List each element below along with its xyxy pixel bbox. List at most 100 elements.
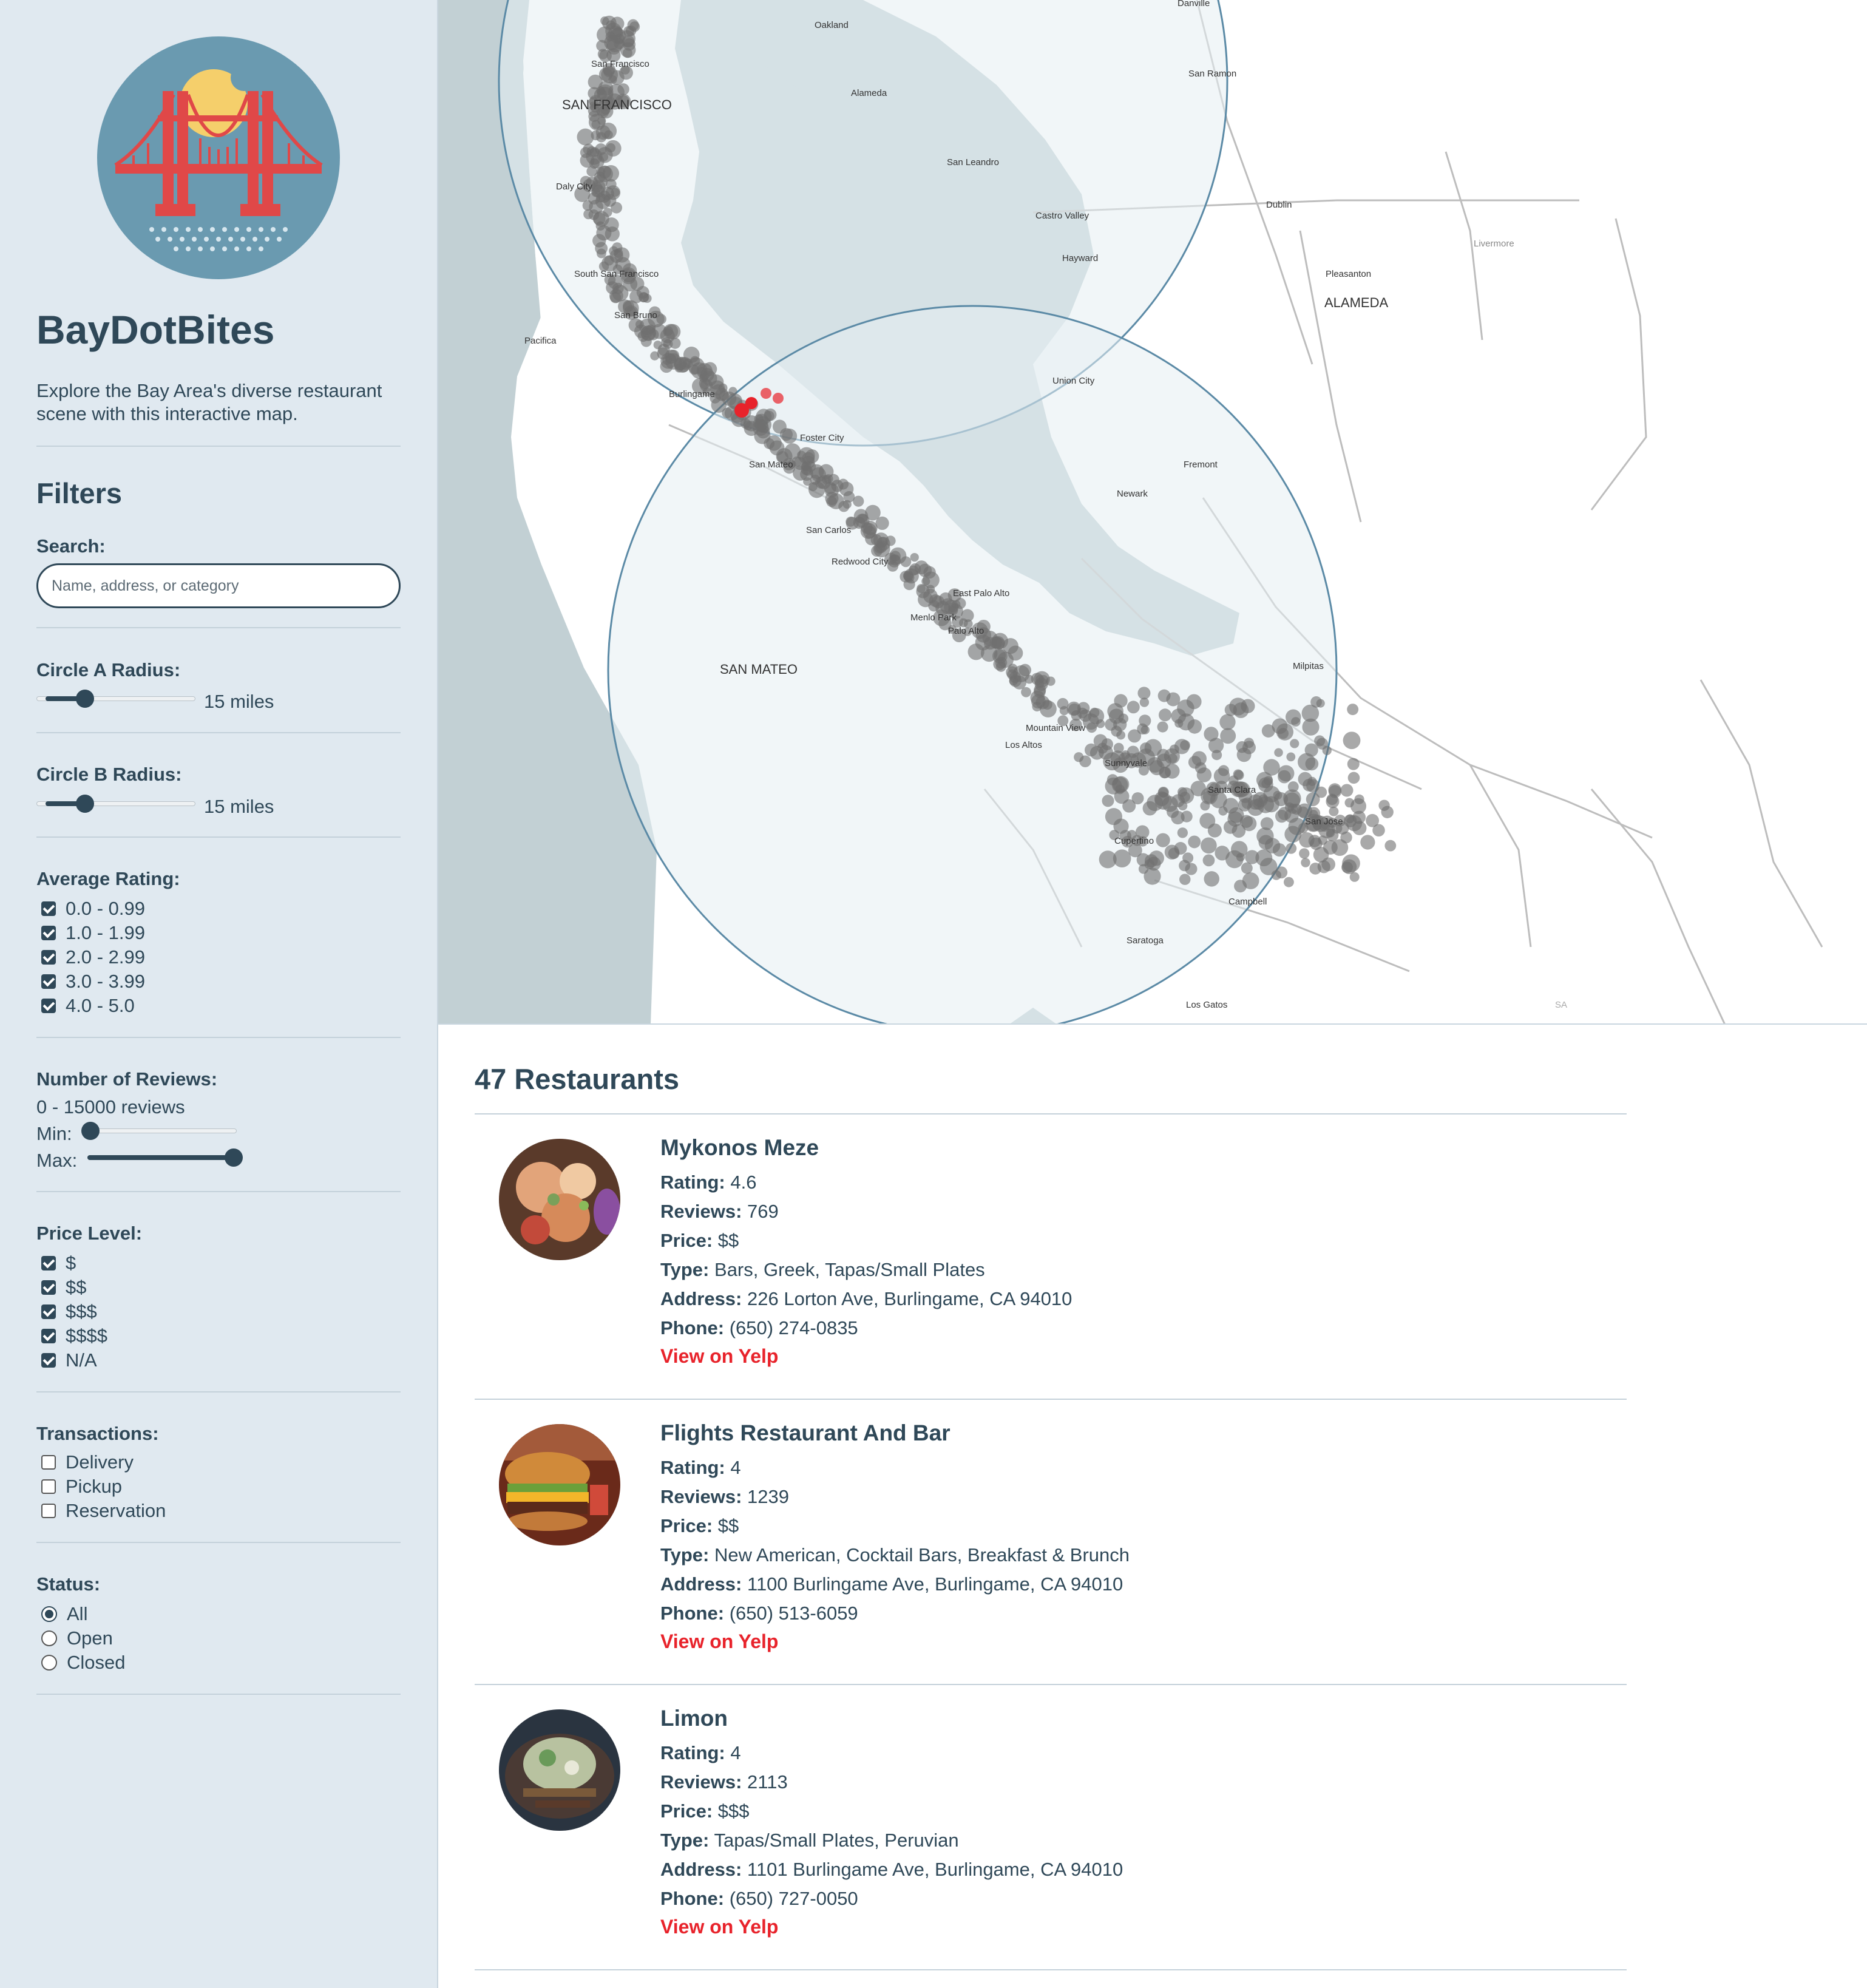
restaurant-marker[interactable] <box>1290 739 1299 748</box>
restaurant-marker[interactable] <box>757 419 768 430</box>
restaurant-marker[interactable] <box>1286 752 1296 762</box>
map[interactable]: Danville Oakland San Ramon Alameda San F… <box>438 0 1867 1025</box>
restaurant-marker[interactable] <box>603 208 612 217</box>
restaurant-marker[interactable] <box>877 537 888 548</box>
restaurant-marker[interactable] <box>592 234 606 248</box>
restaurant-marker[interactable] <box>1188 835 1201 849</box>
restaurant-marker[interactable] <box>1157 721 1168 733</box>
restaurant-marker[interactable] <box>1288 818 1306 835</box>
yelp-link[interactable]: View on Yelp <box>660 1916 778 1938</box>
restaurant-marker[interactable] <box>1328 785 1342 798</box>
restaurant-card[interactable]: Mykonos Meze Rating: 4.6 Reviews: 769 Pr… <box>475 1114 1627 1400</box>
restaurant-marker[interactable] <box>1057 697 1069 710</box>
checkbox[interactable] <box>41 1280 56 1295</box>
restaurant-marker[interactable] <box>1305 757 1319 771</box>
restaurant-marker[interactable] <box>612 285 629 302</box>
restaurant-marker[interactable] <box>722 407 733 418</box>
restaurant-marker[interactable] <box>1220 728 1236 744</box>
restaurant-marker[interactable] <box>640 336 652 347</box>
restaurant-marker[interactable] <box>1326 829 1339 841</box>
restaurant-marker[interactable] <box>1286 709 1301 725</box>
yelp-link[interactable]: View on Yelp <box>660 1345 778 1368</box>
slider-thumb[interactable] <box>75 795 94 813</box>
restaurant-marker[interactable] <box>993 637 1005 650</box>
restaurant-marker[interactable] <box>903 578 915 591</box>
restaurant-marker[interactable] <box>1343 731 1361 750</box>
restaurant-marker[interactable] <box>1199 813 1216 829</box>
restaurant-marker[interactable] <box>1177 827 1188 838</box>
restaurant-marker[interactable] <box>871 545 883 557</box>
circle-b-radius-slider[interactable] <box>36 792 195 816</box>
restaurant-marker[interactable] <box>1283 877 1294 887</box>
restaurant-marker[interactable] <box>1347 772 1360 784</box>
checkbox[interactable] <box>41 999 56 1013</box>
restaurant-marker[interactable] <box>1245 850 1259 864</box>
restaurant-marker[interactable] <box>1139 697 1150 707</box>
rating-option[interactable]: 0.0 - 0.99 <box>41 897 145 920</box>
restaurant-marker[interactable] <box>1179 874 1191 885</box>
price-option[interactable]: $$ <box>41 1276 86 1299</box>
checkbox[interactable] <box>41 1455 56 1470</box>
restaurant-marker[interactable] <box>664 349 679 364</box>
restaurant-marker[interactable] <box>923 566 936 579</box>
rating-option[interactable]: 2.0 - 2.99 <box>41 946 145 969</box>
restaurant-marker[interactable] <box>609 70 625 85</box>
radio-button[interactable] <box>41 1606 57 1622</box>
restaurant-marker[interactable] <box>1181 810 1193 823</box>
selected-marker[interactable] <box>745 397 757 409</box>
restaurant-marker[interactable] <box>669 338 681 349</box>
restaurant-marker[interactable] <box>1299 848 1310 859</box>
restaurant-marker[interactable] <box>1140 725 1150 734</box>
restaurant-marker[interactable] <box>1274 748 1283 758</box>
restaurant-marker[interactable] <box>1342 854 1360 873</box>
restaurant-marker[interactable] <box>1215 846 1230 861</box>
checkbox[interactable] <box>41 1479 56 1494</box>
restaurant-marker[interactable] <box>1354 794 1364 804</box>
restaurant-marker[interactable] <box>1218 806 1228 816</box>
restaurant-marker[interactable] <box>1259 858 1278 875</box>
restaurant-marker[interactable] <box>826 496 838 507</box>
restaurant-marker[interactable] <box>600 16 609 25</box>
restaurant-marker[interactable] <box>1188 756 1202 769</box>
restaurant-marker[interactable] <box>1224 704 1237 716</box>
restaurant-marker[interactable] <box>839 481 854 497</box>
restaurant-marker[interactable] <box>639 318 656 335</box>
restaurant-marker[interactable] <box>1286 843 1297 854</box>
restaurant-marker[interactable] <box>773 419 787 434</box>
restaurant-marker[interactable] <box>697 367 706 376</box>
radius-circle-b[interactable] <box>607 305 1338 1025</box>
restaurant-marker[interactable] <box>1114 789 1130 804</box>
restaurant-marker[interactable] <box>580 153 595 168</box>
restaurant-marker[interactable] <box>887 554 901 568</box>
restaurant-marker[interactable] <box>588 110 600 122</box>
rating-option[interactable]: 3.0 - 3.99 <box>41 970 145 993</box>
restaurant-marker[interactable] <box>1187 719 1202 734</box>
status-option[interactable]: Closed <box>41 1651 126 1674</box>
restaurant-marker[interactable] <box>1156 833 1170 847</box>
rating-option[interactable]: 4.0 - 5.0 <box>41 994 135 1017</box>
restaurant-marker[interactable] <box>1306 779 1320 793</box>
selected-marker[interactable] <box>773 393 784 404</box>
restaurant-marker[interactable] <box>1074 752 1084 762</box>
transaction-option[interactable]: Delivery <box>41 1451 134 1474</box>
restaurant-marker[interactable] <box>1204 871 1219 887</box>
restaurant-marker[interactable] <box>793 465 808 481</box>
restaurant-marker[interactable] <box>994 649 1006 662</box>
restaurant-marker[interactable] <box>1256 827 1274 845</box>
restaurant-marker[interactable] <box>769 440 785 456</box>
restaurant-marker[interactable] <box>1032 701 1042 712</box>
checkbox[interactable] <box>41 1329 56 1343</box>
restaurant-marker[interactable] <box>1258 777 1273 793</box>
restaurant-marker[interactable] <box>1360 835 1375 850</box>
restaurant-marker[interactable] <box>1182 852 1194 864</box>
restaurant-marker[interactable] <box>596 248 606 259</box>
restaurant-marker[interactable] <box>1148 850 1164 866</box>
restaurant-marker[interactable] <box>1261 724 1275 738</box>
restaurant-marker[interactable] <box>1372 824 1385 837</box>
restaurant-marker[interactable] <box>1241 862 1253 874</box>
restaurant-marker[interactable] <box>1306 792 1320 807</box>
restaurant-marker[interactable] <box>1318 835 1328 845</box>
restaurant-marker[interactable] <box>1147 795 1164 812</box>
price-option[interactable]: $$$ <box>41 1300 97 1323</box>
checkbox[interactable] <box>41 1304 56 1319</box>
